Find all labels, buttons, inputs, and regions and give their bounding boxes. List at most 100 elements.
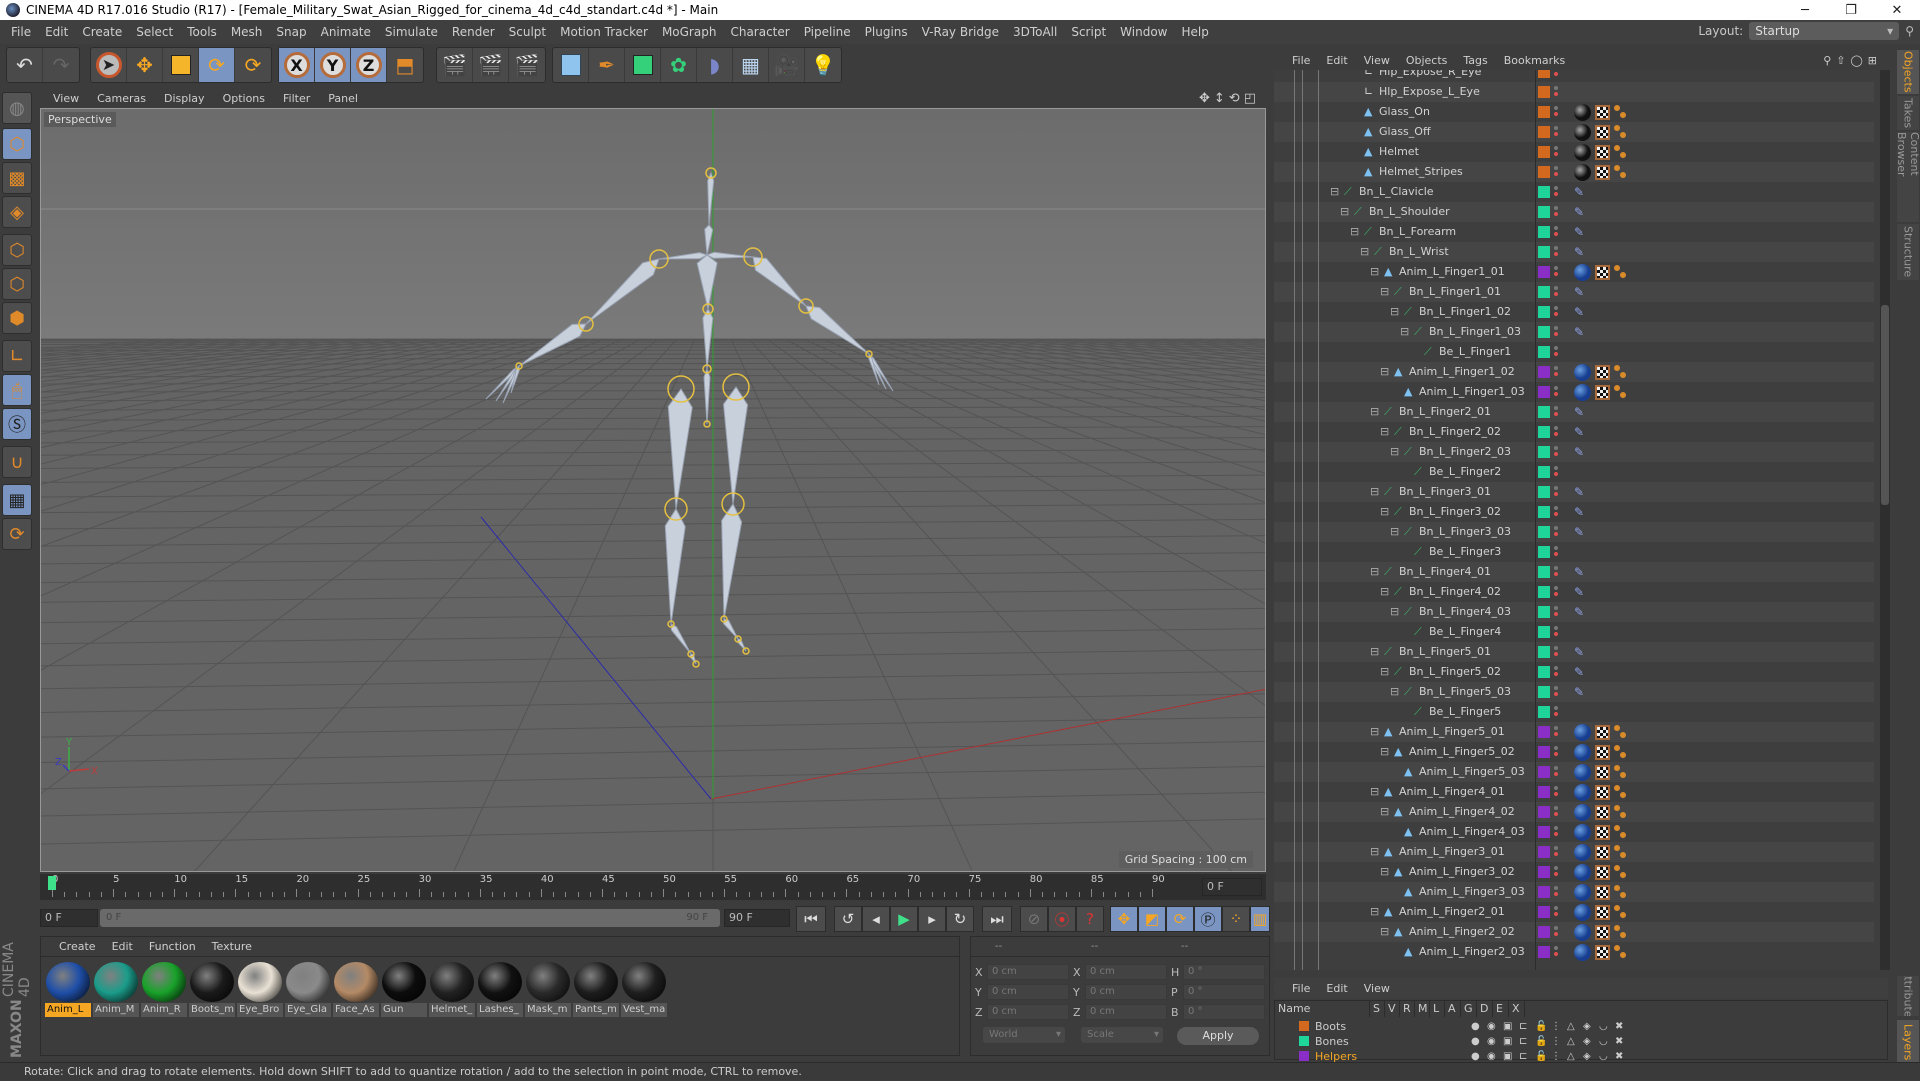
redo-icon[interactable]: ↷	[43, 48, 79, 82]
fold-toggle-icon[interactable]: ⊟	[1400, 322, 1409, 342]
layer-color-swatch[interactable]	[1538, 426, 1550, 438]
layer-color-swatch[interactable]	[1538, 626, 1550, 638]
object-row[interactable]: ⊟▲Anim_L_Finger4_02	[1274, 802, 1874, 822]
layer-color-swatch[interactable]	[1538, 286, 1550, 298]
animation-icon[interactable]: ⋮	[1551, 1019, 1559, 1034]
object-row[interactable]: ⟋Be_L_Finger2	[1274, 462, 1874, 482]
fold-toggle-icon[interactable]: ⊟	[1380, 502, 1389, 522]
constraint-tag-icon[interactable]	[1614, 884, 1628, 900]
layer-color-swatch[interactable]	[1299, 1036, 1309, 1046]
animation-icon[interactable]: ⋮	[1551, 1034, 1559, 1049]
minimize-button[interactable]: ─	[1782, 0, 1828, 20]
layer-column-header[interactable]: X	[1509, 1001, 1525, 1017]
visibility-dots[interactable]	[1554, 785, 1560, 799]
layer-color-swatch[interactable]	[1538, 766, 1550, 778]
close-button[interactable]: ✕	[1874, 0, 1920, 20]
objects-menu-edit[interactable]: Edit	[1318, 54, 1355, 67]
objects-filter-icon[interactable]: ◯	[1850, 54, 1867, 67]
texture-tag-icon[interactable]	[1595, 165, 1610, 180]
object-row[interactable]: ▲Anim_L_Finger1_03	[1274, 382, 1874, 402]
objects-menu-objects[interactable]: Objects	[1398, 54, 1456, 67]
lock-icon[interactable]: 🔓	[1535, 1019, 1543, 1034]
ik-tag-icon[interactable]: ✎	[1574, 602, 1584, 622]
objects-menu-bookmarks[interactable]: Bookmarks	[1496, 54, 1573, 67]
layer-column-header[interactable]: L	[1430, 1001, 1445, 1017]
material-swatch[interactable]: Eye_Gla	[285, 961, 331, 1017]
layer-color-swatch[interactable]	[1538, 886, 1550, 898]
floor-icon[interactable]: ▦	[733, 48, 769, 82]
constraint-tag-icon[interactable]	[1614, 384, 1628, 400]
ik-tag-icon[interactable]: ✎	[1574, 402, 1584, 422]
layer-color-swatch[interactable]	[1538, 366, 1550, 378]
layer-color-swatch[interactable]	[1538, 746, 1550, 758]
layer-color-swatch[interactable]	[1538, 926, 1550, 938]
visibility-dots[interactable]	[1554, 505, 1560, 519]
texture-mode-icon[interactable]: ▩	[2, 162, 32, 194]
texture-tag-icon[interactable]	[1595, 925, 1610, 940]
visibility-dots[interactable]	[1554, 465, 1560, 479]
constraint-tag-icon[interactable]	[1614, 944, 1628, 960]
tab-structure[interactable]: Structure	[1897, 224, 1919, 280]
record-position-button[interactable]: ✥	[1110, 906, 1138, 932]
objects-new-window-icon[interactable]: ⊞	[1868, 54, 1882, 67]
object-row[interactable]: ∟Hlp_Expose_R_Eye	[1274, 70, 1874, 82]
menu-animate[interactable]: Animate	[314, 25, 378, 39]
ik-tag-icon[interactable]: ✎	[1574, 502, 1584, 522]
step-back-button[interactable]: ◂	[862, 906, 890, 932]
polygons-mode-icon[interactable]: ⬢	[2, 302, 32, 334]
layer-color-swatch[interactable]	[1538, 726, 1550, 738]
goto-end-button[interactable]: ⏭	[982, 906, 1012, 932]
viewport-menu-options[interactable]: Options	[214, 92, 274, 105]
undo-icon[interactable]: ↶	[7, 48, 43, 82]
fold-toggle-icon[interactable]: ⊟	[1370, 782, 1379, 802]
expression-icon[interactable]: ◡	[1599, 1019, 1607, 1034]
play-button[interactable]: ▶	[890, 906, 918, 932]
tab-objects[interactable]: Objects	[1897, 50, 1919, 94]
fold-toggle-icon[interactable]: ⊟	[1350, 222, 1359, 242]
tab-layers[interactable]: Layers	[1897, 1020, 1919, 1064]
constraint-tag-icon[interactable]	[1614, 364, 1628, 380]
solo-icon[interactable]: Ⓢ	[2, 408, 32, 440]
menu-3dtoall[interactable]: 3DToAll	[1006, 25, 1064, 39]
material-menu-create[interactable]: Create	[51, 940, 104, 953]
layer-color-swatch[interactable]	[1538, 666, 1550, 678]
visibility-dots[interactable]	[1554, 845, 1560, 859]
constraint-tag-icon[interactable]	[1614, 824, 1628, 840]
visibility-dots[interactable]	[1554, 545, 1560, 559]
layers-menu-file[interactable]: File	[1284, 982, 1318, 995]
timeline-window-button[interactable]: ▥	[1250, 906, 1270, 932]
fold-toggle-icon[interactable]: ⊟	[1360, 242, 1369, 262]
visibility-dots[interactable]	[1554, 625, 1560, 639]
fold-toggle-icon[interactable]: ⊟	[1370, 642, 1379, 662]
object-row[interactable]: ⊟⟋Bn_L_Finger2_02✎	[1274, 422, 1874, 442]
layer-color-swatch[interactable]	[1538, 86, 1550, 98]
layer-color-swatch[interactable]	[1538, 306, 1550, 318]
layer-color-swatch[interactable]	[1538, 166, 1550, 178]
layer-color-swatch[interactable]	[1538, 646, 1550, 658]
constraint-tag-icon[interactable]	[1614, 784, 1628, 800]
position-field[interactable]: 0 cm	[987, 1004, 1069, 1020]
layer-color-swatch[interactable]	[1538, 406, 1550, 418]
visibility-dots[interactable]	[1554, 325, 1560, 339]
light-icon[interactable]: 💡	[805, 48, 841, 82]
texture-tag-icon[interactable]	[1595, 845, 1610, 860]
visibility-dots[interactable]	[1554, 445, 1560, 459]
object-row[interactable]: ⊟⟋Bn_L_Forearm✎	[1274, 222, 1874, 242]
material-tag-icon[interactable]	[1574, 744, 1591, 761]
fold-toggle-icon[interactable]: ⊟	[1390, 522, 1399, 542]
texture-tag-icon[interactable]	[1595, 265, 1610, 280]
visibility-dots[interactable]	[1554, 165, 1560, 179]
material-tag-icon[interactable]	[1574, 164, 1591, 181]
object-row[interactable]: ⊟⟋Bn_L_Finger3_02✎	[1274, 502, 1874, 522]
material-swatch[interactable]: Pants_m	[573, 961, 619, 1017]
menu-edit[interactable]: Edit	[38, 25, 75, 39]
material-swatch[interactable]: Mask_m	[525, 961, 571, 1017]
ik-tag-icon[interactable]: ✎	[1574, 562, 1584, 582]
texture-tag-icon[interactable]	[1595, 745, 1610, 760]
objects-home-icon[interactable]: ⇧	[1836, 54, 1850, 67]
layer-color-swatch[interactable]	[1538, 506, 1550, 518]
scale-icon[interactable]	[163, 48, 199, 82]
fold-toggle-icon[interactable]: ⊟	[1380, 802, 1389, 822]
visibility-dots[interactable]	[1554, 905, 1560, 919]
constraint-tag-icon[interactable]	[1614, 764, 1628, 780]
